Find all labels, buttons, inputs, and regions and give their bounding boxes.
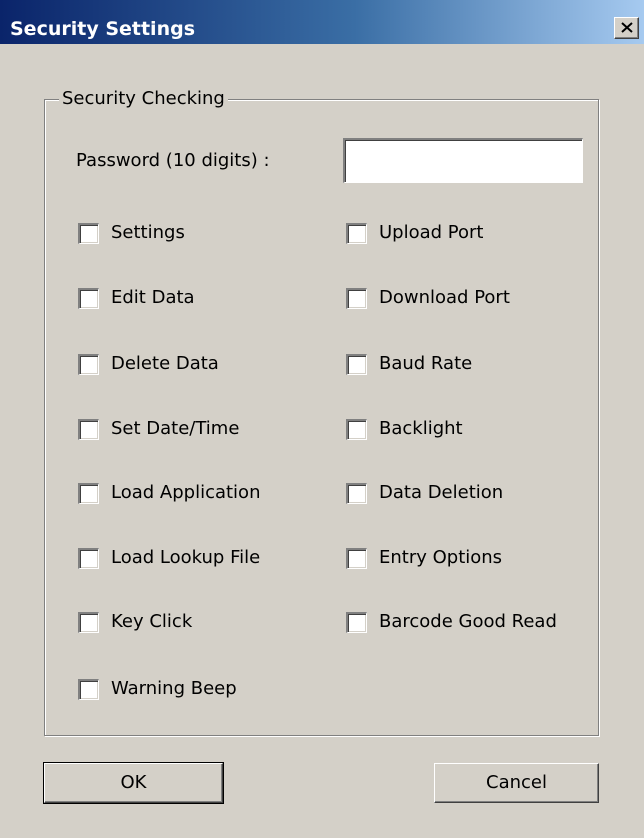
checkbox-box[interactable]	[78, 353, 99, 375]
checkbox-label: Data Deletion	[379, 482, 504, 503]
checkbox-set-date-time[interactable]: Set Date/Time	[78, 417, 239, 441]
close-icon	[621, 22, 633, 33]
ok-button[interactable]: OK	[43, 762, 224, 804]
checkbox-box[interactable]	[78, 611, 99, 633]
security-settings-dialog: Security Settings Security Checking Pass…	[0, 0, 644, 838]
checkbox-baud-rate[interactable]: Baud Rate	[346, 352, 472, 376]
checkbox-load-application[interactable]: Load Application	[78, 481, 260, 505]
checkbox-label: Barcode Good Read	[379, 611, 557, 632]
checkbox-box[interactable]	[346, 287, 367, 309]
checkbox-backlight[interactable]: Backlight	[346, 417, 463, 441]
checkbox-label: Set Date/Time	[111, 418, 240, 439]
checkbox-box[interactable]	[346, 353, 367, 375]
checkbox-box[interactable]	[346, 222, 367, 244]
checkbox-data-deletion[interactable]: Data Deletion	[346, 481, 503, 505]
checkbox-label: Load Lookup File	[111, 547, 261, 568]
password-input[interactable]	[343, 138, 583, 183]
close-button[interactable]	[614, 17, 639, 39]
checkbox-label: Entry Options	[379, 547, 503, 568]
checkbox-delete-data[interactable]: Delete Data	[78, 352, 219, 376]
group-label: Security Checking	[59, 88, 228, 110]
checkbox-warning-beep[interactable]: Warning Beep	[78, 677, 237, 701]
checkbox-box[interactable]	[78, 222, 99, 244]
checkbox-entry-options[interactable]: Entry Options	[346, 546, 502, 570]
checkbox-label: Load Application	[111, 482, 261, 503]
checkbox-label: Delete Data	[111, 353, 219, 374]
checkbox-upload-port[interactable]: Upload Port	[346, 221, 483, 245]
checkbox-barcode-good-read[interactable]: Barcode Good Read	[346, 610, 557, 634]
window-title: Security Settings	[10, 18, 196, 40]
checkbox-box[interactable]	[78, 678, 99, 700]
cancel-button[interactable]: Cancel	[434, 763, 599, 803]
password-label: Password (10 digits) :	[76, 150, 270, 171]
checkbox-box[interactable]	[78, 482, 99, 504]
checkbox-box[interactable]	[78, 287, 99, 309]
checkbox-label: Backlight	[379, 418, 463, 439]
checkbox-label: Edit Data	[111, 287, 195, 308]
checkbox-label: Key Click	[111, 611, 193, 632]
checkbox-box[interactable]	[346, 418, 367, 440]
checkbox-box[interactable]	[78, 418, 99, 440]
checkbox-box[interactable]	[346, 547, 367, 569]
checkbox-key-click[interactable]: Key Click	[78, 610, 192, 634]
checkbox-box[interactable]	[346, 482, 367, 504]
checkbox-label: Warning Beep	[111, 678, 237, 699]
checkbox-label: Settings	[111, 222, 185, 243]
checkbox-load-lookup-file[interactable]: Load Lookup File	[78, 546, 260, 570]
title-bar[interactable]: Security Settings	[0, 0, 644, 44]
checkbox-settings[interactable]: Settings	[78, 221, 185, 245]
checkbox-edit-data[interactable]: Edit Data	[78, 286, 195, 310]
checkbox-box[interactable]	[346, 611, 367, 633]
checkbox-download-port[interactable]: Download Port	[346, 286, 510, 310]
checkbox-label: Upload Port	[379, 222, 484, 243]
checkbox-label: Download Port	[379, 287, 510, 308]
checkbox-label: Baud Rate	[379, 353, 473, 374]
checkbox-box[interactable]	[78, 547, 99, 569]
